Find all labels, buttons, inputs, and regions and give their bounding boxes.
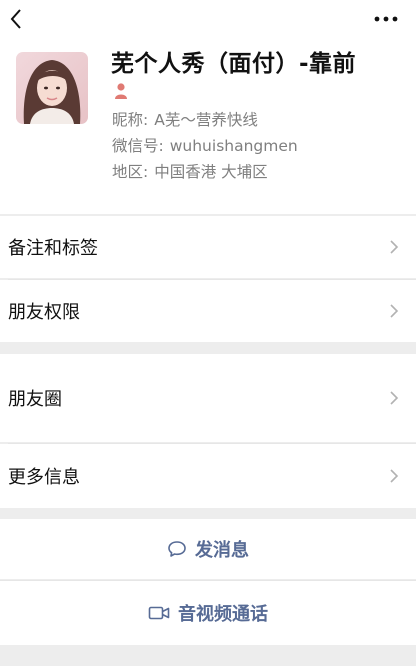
avatar[interactable] (16, 52, 88, 124)
region-value: 中国香港 大埔区 (154, 163, 268, 181)
friend-permissions-row[interactable]: 朋友权限 (0, 280, 416, 342)
profile-header: 芜个人秀（面付）-靠前 昵称: A芜～营养快线 微信号: wuhuishangmen… (0, 0, 416, 214)
remarks-tags-label: 备注和标签 (8, 238, 98, 259)
wechat-id-value: wuhuishangmen (169, 137, 298, 155)
moments-label: 朋友圈 (8, 389, 62, 410)
send-message-label: 发消息 (195, 540, 249, 561)
avatar-photo (16, 52, 88, 124)
female-icon (112, 82, 130, 100)
chevron-right-icon (390, 391, 399, 405)
nickname-label: 昵称: (112, 111, 149, 129)
region-label: 地区: (112, 163, 149, 181)
video-call-label: 音视频通话 (178, 604, 268, 625)
wechat-id-label: 微信号: (112, 137, 164, 155)
send-message-button[interactable]: 发消息 (0, 519, 416, 579)
chevron-right-icon (390, 469, 399, 483)
back-arrow-icon (10, 9, 21, 29)
more-info-row[interactable]: 更多信息 (0, 444, 416, 508)
region-line: 地区: 中国香港 大埔区 (112, 160, 268, 182)
video-camera-icon (148, 606, 170, 620)
wechat-id-line: 微信号: wuhuishangmen (112, 134, 298, 156)
moments-row[interactable]: 朋友圈 (0, 354, 416, 442)
nickname-value: A芜～营养快线 (154, 111, 258, 129)
friend-permissions-label: 朋友权限 (8, 302, 80, 323)
more-dots-icon (374, 16, 398, 22)
remarks-tags-row[interactable]: 备注和标签 (0, 216, 416, 278)
chat-bubble-icon (168, 541, 186, 557)
display-name: 芜个人秀（面付）-靠前 (111, 51, 357, 77)
back-button[interactable] (4, 4, 28, 34)
more-options-button[interactable] (368, 6, 404, 32)
more-info-label: 更多信息 (8, 467, 80, 488)
nickname-line: 昵称: A芜～营养快线 (112, 108, 258, 130)
chevron-right-icon (390, 304, 399, 318)
video-call-button[interactable]: 音视频通话 (0, 581, 416, 645)
chevron-right-icon (390, 240, 399, 254)
